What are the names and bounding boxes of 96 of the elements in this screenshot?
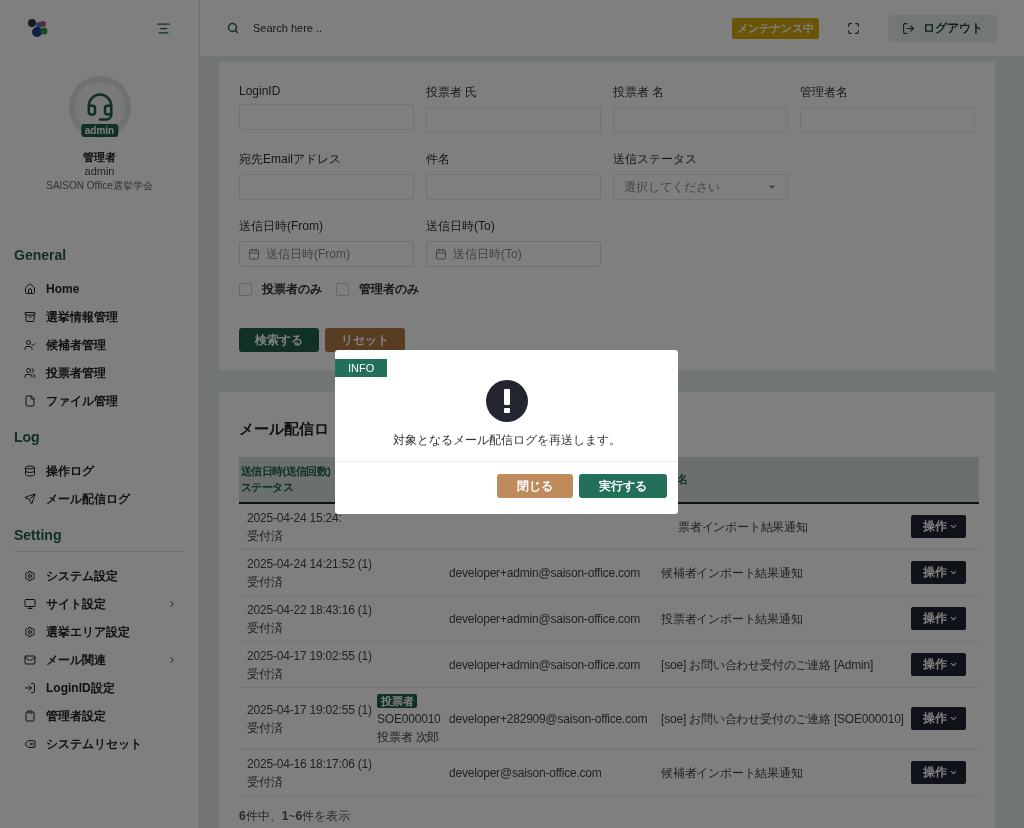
section-heading: General bbox=[14, 247, 68, 263]
field-label: 送信ステータス bbox=[613, 151, 698, 168]
voter-badge: 投票者 bbox=[377, 693, 418, 708]
action-button[interactable]: 操作 bbox=[911, 561, 966, 584]
table-cell-text: developer+admin@saison-office.com bbox=[448, 656, 642, 674]
action-button[interactable]: 操作 bbox=[911, 707, 966, 730]
maintenance-badge: メンテナンス中 bbox=[732, 17, 819, 39]
nav-item[interactable]: システム設定 bbox=[0, 562, 199, 590]
table-cell-text: developer+282909@saison-office.com bbox=[448, 710, 649, 728]
database-icon bbox=[24, 465, 36, 477]
nav-item[interactable]: 選挙エリア設定 bbox=[0, 618, 199, 646]
calendar-icon bbox=[248, 248, 260, 260]
field-label: 件名 bbox=[426, 151, 451, 168]
chevron-icon bbox=[167, 599, 177, 609]
table-cell-text: 候補者インポート結果通知 bbox=[660, 764, 804, 782]
caret-icon bbox=[949, 614, 958, 623]
action-button[interactable]: 操作 bbox=[911, 761, 966, 784]
archive-icon bbox=[24, 311, 36, 323]
table-cell-text: [soe] お問い合わせ受付のご連絡 [Admin] bbox=[660, 656, 875, 674]
users-icon bbox=[24, 367, 36, 379]
info-tag: INFO bbox=[335, 359, 388, 377]
user-name: admin bbox=[84, 165, 115, 177]
delete-icon bbox=[24, 738, 36, 750]
action-button[interactable]: 操作 bbox=[911, 515, 966, 538]
clipboard-icon bbox=[24, 710, 36, 722]
caret-icon bbox=[949, 714, 958, 723]
reset-button[interactable]: リセット bbox=[325, 328, 405, 352]
user-check-icon bbox=[24, 339, 36, 351]
table-cell-text: developer+admin@saison-office.com bbox=[448, 564, 642, 582]
close-button[interactable]: 閉じる bbox=[497, 474, 573, 498]
checkbox[interactable] bbox=[239, 283, 252, 296]
nav-item[interactable]: メール関連 bbox=[0, 646, 199, 674]
nav-item[interactable]: 選挙情報管理 bbox=[0, 303, 199, 331]
chevron-icon bbox=[167, 655, 177, 665]
checkbox-label: 投票者のみ bbox=[262, 281, 322, 298]
logo-icon bbox=[27, 18, 49, 38]
checkbox[interactable] bbox=[336, 283, 349, 296]
confirm-button[interactable]: 実行する bbox=[579, 474, 667, 498]
action-button[interactable]: 操作 bbox=[911, 607, 966, 630]
login-icon bbox=[24, 682, 36, 694]
home-icon bbox=[24, 283, 36, 295]
logout-icon bbox=[902, 21, 915, 35]
nav-item[interactable]: 操作ログ bbox=[0, 457, 199, 485]
search-icon bbox=[227, 22, 239, 34]
section-heading: Log bbox=[14, 429, 41, 445]
caret-icon bbox=[949, 522, 958, 531]
field-label: 送信日時(To) bbox=[426, 218, 496, 235]
nav-item[interactable]: サイト設定 bbox=[0, 590, 199, 618]
action-button[interactable]: 操作 bbox=[911, 653, 966, 676]
organization-name: SAISON Office選挙学会 bbox=[46, 179, 153, 193]
send-icon bbox=[24, 493, 36, 505]
caret-icon bbox=[767, 182, 777, 192]
section-title: メール配信ロ bbox=[239, 420, 330, 439]
calendar-icon bbox=[435, 248, 447, 260]
exclamation-icon bbox=[485, 380, 528, 422]
table-cell-text: developer@saison-office.com bbox=[448, 764, 603, 782]
role-badge: admin bbox=[80, 124, 119, 137]
nav-item[interactable]: システムリセット bbox=[0, 730, 199, 758]
nav-item[interactable]: 候補者管理 bbox=[0, 331, 199, 359]
monitor-icon bbox=[24, 598, 36, 610]
caret-icon bbox=[949, 568, 958, 577]
column-header: 送信日時(送信回数) ステータス bbox=[240, 464, 332, 495]
caret-icon bbox=[949, 768, 958, 777]
file-icon bbox=[24, 395, 36, 407]
settings-icon bbox=[24, 626, 36, 638]
logout-button[interactable]: ログアウト bbox=[888, 14, 997, 42]
user-role: 管理者 bbox=[83, 150, 116, 165]
table-cell-text: 候補者インポート結果通知 bbox=[660, 564, 804, 582]
table-cell-text: [soe] お問い合わせ受付のご連絡 [SOE000010] bbox=[660, 710, 905, 728]
section-heading: Setting bbox=[14, 527, 185, 552]
fullscreen-icon[interactable] bbox=[847, 21, 860, 35]
table-cell-text: 票者インポート結果通知 bbox=[677, 518, 809, 536]
field-label: LoginID bbox=[239, 84, 282, 98]
nav-item[interactable]: LoginID設定 bbox=[0, 674, 199, 702]
dialog-message: 対象となるメール配信ログを再送します。 bbox=[392, 432, 621, 449]
menu-icon[interactable] bbox=[156, 20, 171, 36]
search-button[interactable]: 検索する bbox=[239, 328, 319, 352]
field-label: 送信日時(From) bbox=[239, 218, 324, 235]
column-header: 名 bbox=[676, 471, 689, 487]
nav-item[interactable]: メール配信ログ bbox=[0, 485, 199, 513]
nav-item[interactable]: Home bbox=[0, 275, 199, 303]
caret-icon bbox=[949, 660, 958, 669]
settings-icon bbox=[24, 570, 36, 582]
nav-item[interactable]: 投票者管理 bbox=[0, 359, 199, 387]
pagination-info: 6件中、1~6件を表示 bbox=[239, 808, 352, 825]
nav-item[interactable]: 管理者設定 bbox=[0, 702, 199, 730]
table-cell-text: developer+admin@saison-office.com bbox=[448, 610, 642, 628]
nav-item[interactable]: ファイル管理 bbox=[0, 387, 199, 415]
field-label: 投票者 氏 bbox=[426, 84, 479, 101]
field-label: 管理者名 bbox=[800, 84, 849, 101]
table-cell-text: 投票者インポート結果通知 bbox=[660, 610, 804, 628]
checkbox-label: 管理者のみ bbox=[359, 281, 419, 298]
field-label: 投票者 名 bbox=[613, 84, 666, 101]
mail-icon bbox=[24, 654, 36, 666]
field-label: 宛先Emailアドレス bbox=[239, 151, 342, 168]
table-cell-text: 2025-04-24 15:24: 受付済 bbox=[246, 509, 343, 545]
